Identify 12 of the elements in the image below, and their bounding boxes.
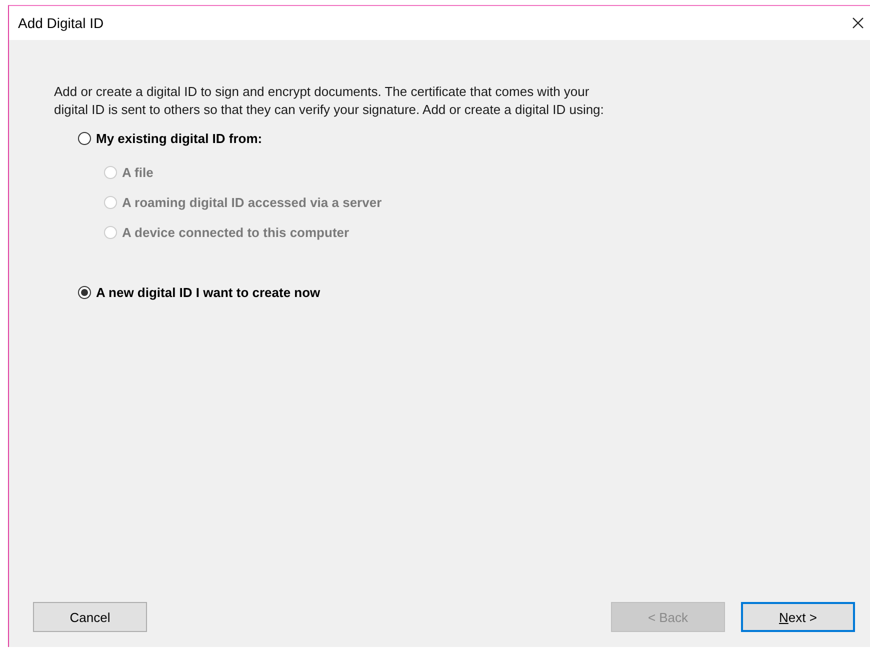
radio-label: A roaming digital ID accessed via a server <box>122 194 382 210</box>
close-icon[interactable] <box>852 17 864 29</box>
radio-label: A new digital ID I want to create now <box>96 284 320 300</box>
radio-label: A file <box>122 164 154 180</box>
dialog-button[interactable]: Next > <box>741 602 855 632</box>
radio-button[interactable] <box>78 286 91 298</box>
dialog-button[interactable]: Cancel <box>33 602 147 632</box>
radio-label: A device connected to this computer <box>122 224 350 240</box>
intro-text: Add or create a digital ID to sign and encrypt documents. The certificate that comes with your digital ID is sent to others so that they can verify your signature. Add or create a digital ID using: <box>54 83 605 119</box>
radio-label: My existing digital ID from: <box>96 130 262 146</box>
window-title: Add Digital ID <box>18 15 104 31</box>
radio-button[interactable] <box>78 132 91 144</box>
